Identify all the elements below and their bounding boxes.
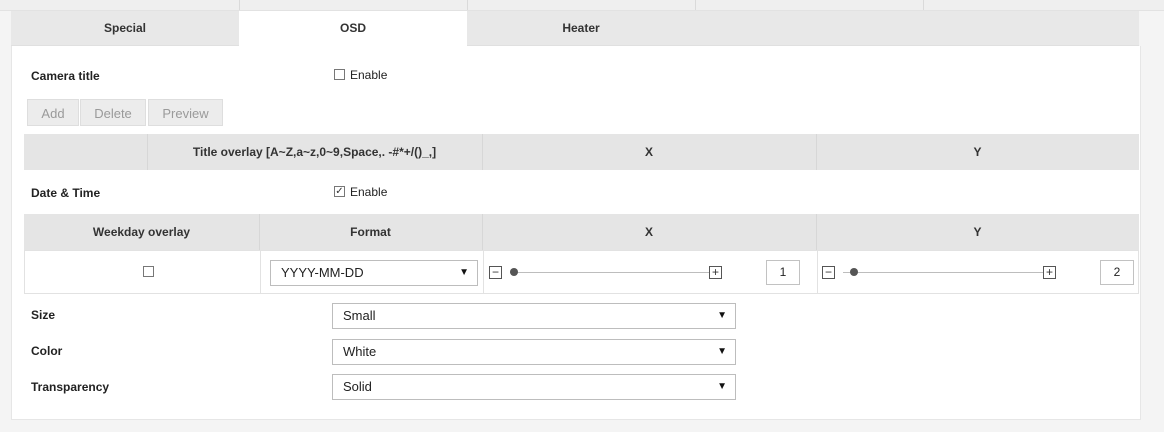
transparency-value: Solid <box>343 379 372 394</box>
dt-y-header: Y <box>973 225 982 239</box>
column-divider <box>483 251 484 293</box>
size-value: Small <box>343 308 376 323</box>
dt-x-header: X <box>644 225 653 239</box>
weekday-overlay-checkbox[interactable] <box>143 266 154 277</box>
date-time-table-row: YYYY-MM-DD ▼ − + 1 − + 2 <box>24 250 1139 294</box>
x-increase-button[interactable]: + <box>709 266 722 279</box>
chevron-down-icon: ▼ <box>717 346 727 357</box>
tab-bar: Special OSD Heater <box>11 11 1139 46</box>
x-decrease-button[interactable]: − <box>489 266 502 279</box>
y-value-field[interactable]: 2 <box>1100 260 1134 285</box>
title-overlay-table-header: Title overlay [A~Z,a~z,0~9,Space,. -#*+/… <box>24 134 1139 170</box>
date-time-table-header: Weekday overlay Format X Y <box>24 214 1139 250</box>
date-time-enable-checkbox[interactable]: ✓ <box>334 186 345 197</box>
tab-heater[interactable]: Heater <box>467 11 695 45</box>
date-format-select[interactable]: YYYY-MM-DD ▼ <box>270 260 478 286</box>
delete-button[interactable]: Delete <box>80 99 146 126</box>
column-divider <box>817 251 818 293</box>
top-strip-divider <box>239 0 240 10</box>
top-strip-divider <box>695 0 696 10</box>
transparency-label: Transparency <box>31 380 110 394</box>
chevron-down-icon: ▼ <box>459 267 469 278</box>
weekday-overlay-header: Weekday overlay <box>92 225 191 239</box>
size-select[interactable]: Small ▼ <box>332 303 736 329</box>
top-tab-strip <box>0 0 1164 11</box>
tab-osd[interactable]: OSD <box>239 11 467 46</box>
color-select[interactable]: White ▼ <box>332 339 736 365</box>
camera-title-enable-label: Enable <box>350 68 388 82</box>
color-label: Color <box>31 344 63 358</box>
preview-button[interactable]: Preview <box>148 99 223 126</box>
date-format-value: YYYY-MM-DD <box>281 265 364 280</box>
column-divider <box>260 251 261 293</box>
chevron-down-icon: ▼ <box>717 381 727 392</box>
camera-title-label: Camera title <box>31 69 100 83</box>
transparency-select[interactable]: Solid ▼ <box>332 374 736 400</box>
osd-panel: Camera title Enable Add Delete Preview T… <box>11 46 1141 420</box>
y-slider-track[interactable] <box>843 272 1043 273</box>
add-button[interactable]: Add <box>27 99 79 126</box>
x-value-field[interactable]: 1 <box>766 260 800 285</box>
color-value: White <box>343 344 377 359</box>
y-slider-handle[interactable] <box>850 268 858 276</box>
top-strip-divider <box>923 0 924 10</box>
x-slider-handle[interactable] <box>510 268 518 276</box>
chevron-down-icon: ▼ <box>717 310 727 321</box>
x-slider-track[interactable] <box>510 272 709 273</box>
checkmark-icon: ✓ <box>335 186 344 197</box>
title-y-header: Y <box>973 145 982 159</box>
date-time-label: Date & Time <box>31 186 101 200</box>
tab-special[interactable]: Special <box>11 11 239 45</box>
title-x-header: X <box>644 145 653 159</box>
y-decrease-button[interactable]: − <box>822 266 835 279</box>
y-increase-button[interactable]: + <box>1043 266 1056 279</box>
format-header: Format <box>350 225 391 239</box>
size-label: Size <box>31 308 56 322</box>
camera-title-enable-checkbox[interactable] <box>334 69 345 80</box>
date-time-enable-label: Enable <box>350 185 388 199</box>
top-strip-divider <box>467 0 468 10</box>
title-overlay-header: Title overlay [A~Z,a~z,0~9,Space,. -#*+/… <box>192 145 437 159</box>
